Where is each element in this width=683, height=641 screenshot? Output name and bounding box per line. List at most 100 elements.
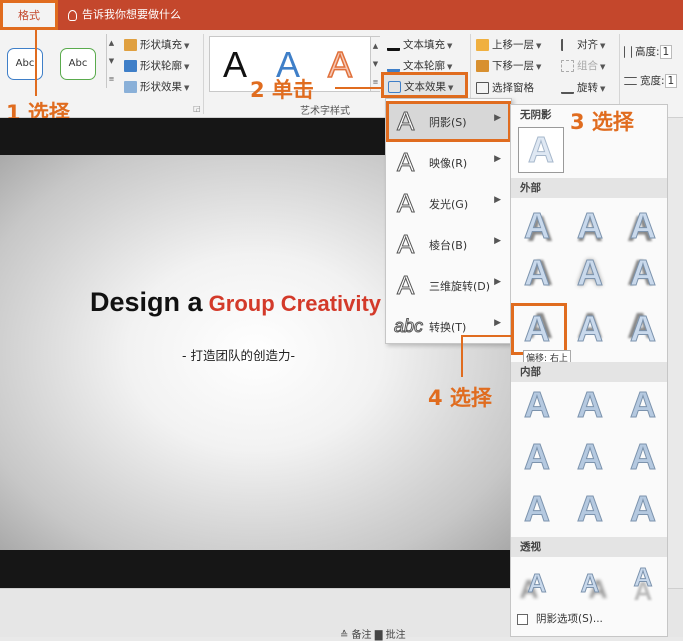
tab-format[interactable]: 格式 — [0, 0, 58, 30]
text-outline-label: 文本轮廓 — [403, 60, 445, 72]
inner-shadow-option[interactable]: A — [569, 488, 611, 529]
inner-shadow-option[interactable]: A — [622, 488, 664, 529]
shape-style-blue[interactable]: Abc — [7, 48, 43, 80]
outer-shadow-option[interactable]: A — [622, 252, 664, 293]
bring-forward-button[interactable]: 上移一层 ▼ — [476, 37, 541, 52]
menu-item-reflection-label: 映像(R) — [429, 157, 468, 170]
shadow-options-icon — [517, 613, 528, 625]
menu-item-bevel[interactable]: A 棱台(B) ▶ — [386, 224, 511, 265]
menu-item-3d-rotation[interactable]: A 三维旋转(D) ▶ — [386, 265, 511, 306]
inner-header: 内部 — [511, 362, 667, 382]
no-shadow-option[interactable]: A — [518, 127, 564, 173]
shape-effects-icon — [124, 81, 137, 93]
outer-shadow-option[interactable]: A — [516, 252, 558, 293]
callout-step-2: 2 单击 — [250, 78, 314, 102]
selection-pane-icon — [476, 82, 489, 94]
reflection-a-icon: A — [396, 147, 415, 178]
inner-shadow-option[interactable]: A — [622, 384, 664, 425]
selection-pane-button[interactable]: 选择窗格 — [476, 80, 534, 95]
inner-shadow-option[interactable]: A — [569, 384, 611, 425]
slide-subtitle[interactable]: - 打造团队的创造力- — [182, 345, 295, 364]
text-fill-label: 文本填充 — [403, 39, 445, 51]
width-control[interactable]: 宽度: 1 — [624, 73, 678, 88]
inner-shadow-option[interactable]: A — [569, 436, 611, 477]
outer-shadow-option[interactable]: A — [622, 205, 664, 246]
text-effects-label: 文本效果 — [404, 81, 446, 93]
submenu-arrow-icon: ▶ — [494, 277, 501, 287]
width-input[interactable]: 1 — [664, 74, 678, 88]
inner-shadow-option[interactable]: A — [516, 384, 558, 425]
width-icon — [624, 77, 637, 85]
slide-title[interactable]: Design a Group Creativity — [90, 287, 381, 318]
shape-effects-label: 形状效果 — [140, 81, 182, 93]
perspective-header: 透视 — [511, 537, 667, 557]
outer-shadow-option[interactable]: A — [516, 205, 558, 246]
align-icon — [561, 39, 574, 51]
selected-shadow-highlight — [511, 303, 567, 355]
menu-item-glow-label: 发光(G) — [429, 198, 469, 211]
menu-item-transform[interactable]: abc 转换(T) ▶ — [386, 306, 511, 347]
callout-line-1 — [35, 30, 37, 96]
height-input[interactable]: 1 — [659, 45, 673, 59]
art-group-label: 艺术字样式 — [300, 106, 350, 117]
callout-line-4 — [461, 335, 511, 337]
shape-outline-button[interactable]: 形状轮廓 ▼ — [124, 58, 189, 73]
outer-shadow-option[interactable]: A — [569, 252, 611, 293]
text-outline-button[interactable]: 文本轮廓 ▼ — [387, 58, 452, 73]
rotate-button[interactable]: 旋转 ▼ — [561, 80, 605, 95]
group-label: 组合 — [577, 60, 598, 72]
text-effects-button[interactable]: 文本效果 ▼ — [381, 72, 468, 98]
text-fill-button[interactable]: 文本填充 ▼ — [387, 37, 452, 52]
perspective-shadow-option[interactable]: A — [622, 557, 664, 597]
text-effects-menu: A 阴影(S) ▶ A 映像(R) ▶ A 发光(G) ▶ A 棱台(B) ▶ … — [385, 98, 512, 344]
outer-shadow-option[interactable]: A — [569, 205, 611, 246]
tell-me-search[interactable]: 告诉我你想要做什么 — [68, 0, 181, 30]
shape-styles-scroll[interactable]: ▲ ▼ ≡ — [106, 34, 116, 88]
rotate-label: 旋转 — [577, 82, 598, 94]
menu-item-bevel-label: 棱台(B) — [429, 239, 468, 252]
shape-effects-button[interactable]: 形状效果 ▼ — [124, 79, 189, 94]
shape-style-green[interactable]: Abc — [60, 48, 96, 80]
callout-line-4 — [461, 335, 463, 377]
callout-step-4: 4 选择 — [428, 386, 492, 410]
shadow-options-button[interactable]: 阴影选项(S)... — [517, 611, 603, 626]
inner-shadow-option[interactable]: A — [516, 436, 558, 477]
menu-item-transform-label: 转换(T) — [429, 321, 467, 334]
align-button[interactable]: 对齐 ▼ — [561, 37, 605, 52]
wordart-orange[interactable]: A — [327, 43, 353, 87]
shape-outline-label: 形状轮廓 — [140, 60, 182, 72]
menu-item-shadow[interactable]: A 阴影(S) ▶ — [386, 101, 511, 142]
shadow-submenu: 无阴影 A 外部 A A A A A A A A A 偏移: 右上 内部 A A… — [510, 104, 668, 637]
outer-shadow-option[interactable]: A — [622, 308, 664, 349]
wordart-black[interactable]: A — [223, 43, 247, 87]
divider — [203, 34, 204, 114]
slide-title-design: Design a — [90, 287, 203, 317]
callout-step-3: 3 选择 — [570, 110, 634, 134]
glow-a-icon: A — [396, 188, 415, 219]
shape-fill-button[interactable]: 形状填充 ▼ — [124, 37, 189, 52]
status-notes-comments[interactable]: ≙ 备注 ▇ 批注 — [340, 626, 406, 641]
lightbulb-icon — [68, 9, 77, 21]
pen-icon — [124, 60, 137, 72]
dialog-launcher-icon[interactable]: ◲ — [193, 104, 201, 113]
wordart-gallery-scroll[interactable]: ▲ ▼ ≡ — [370, 37, 380, 91]
selection-pane-label: 选择窗格 — [492, 82, 534, 94]
perspective-shadow-option[interactable]: A — [569, 563, 611, 603]
menu-item-reflection[interactable]: A 映像(R) ▶ — [386, 142, 511, 183]
send-backward-button[interactable]: 下移一层 ▼ — [476, 58, 541, 73]
height-icon — [624, 46, 632, 58]
group-button[interactable]: 组合 ▼ — [561, 58, 605, 73]
perspective-shadow-option[interactable]: A — [516, 563, 558, 603]
submenu-arrow-icon: ▶ — [494, 113, 501, 123]
paint-bucket-icon — [124, 39, 137, 51]
outer-shadow-option[interactable]: A — [569, 308, 611, 349]
outer-header: 外部 — [511, 178, 667, 198]
bevel-a-icon: A — [396, 229, 415, 260]
divider — [619, 34, 620, 110]
height-control[interactable]: 高度: 1 — [624, 44, 673, 59]
shape-fill-label: 形状填充 — [140, 39, 182, 51]
inner-shadow-option[interactable]: A — [516, 488, 558, 529]
menu-item-glow[interactable]: A 发光(G) ▶ — [386, 183, 511, 224]
text-outline-icon — [387, 60, 400, 72]
inner-shadow-option[interactable]: A — [622, 436, 664, 477]
